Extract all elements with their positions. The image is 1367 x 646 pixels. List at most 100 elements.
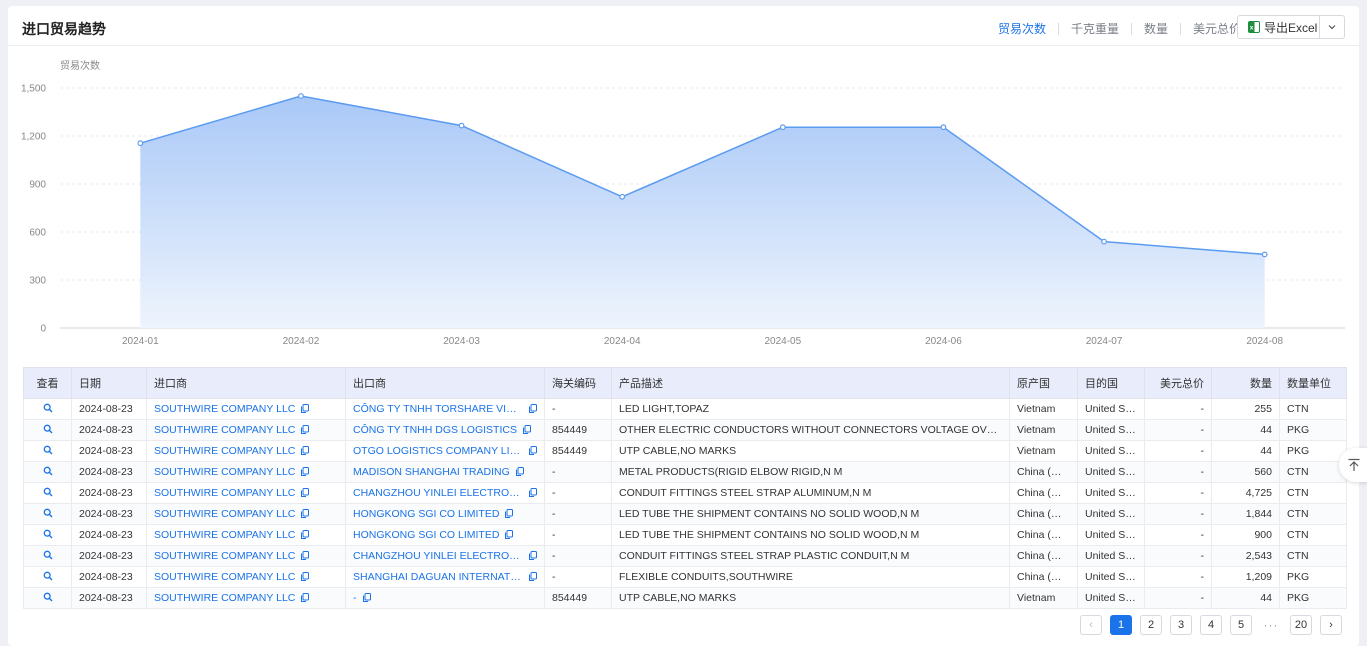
importer-link[interactable]: SOUTHWIRE COMPANY LLC [154, 487, 295, 499]
view-cell[interactable] [23, 482, 72, 504]
importer-cell: SOUTHWIRE COMPANY LLC [146, 545, 346, 567]
copy-icon[interactable] [529, 446, 537, 455]
view-cell[interactable] [23, 419, 72, 441]
importer-link[interactable]: SOUTHWIRE COMPANY LLC [154, 424, 295, 436]
back-to-top-button[interactable] [1339, 448, 1367, 482]
page-ellipsis[interactable]: ··· [1260, 618, 1282, 632]
copy-icon[interactable] [529, 488, 537, 497]
exporter-link[interactable]: HONGKONG SGI CO LIMITED [353, 529, 499, 541]
table-row[interactable]: 2024-08-23 SOUTHWIRE COMPANY LLC MADISON S… [23, 461, 1347, 483]
export-dropdown-toggle[interactable] [1319, 16, 1344, 38]
page-button-2[interactable]: 2 [1140, 615, 1162, 635]
date-cell: 2024-08-23 [71, 419, 147, 441]
view-cell[interactable] [23, 503, 72, 525]
usd-total-cell: - [1144, 440, 1212, 462]
page-button-5[interactable]: 5 [1230, 615, 1252, 635]
copy-icon[interactable] [362, 593, 371, 602]
copy-icon[interactable] [301, 488, 310, 497]
copy-icon[interactable] [301, 551, 310, 560]
table-row[interactable]: 2024-08-23 SOUTHWIRE COMPANY LLC - 854449 UT… [23, 587, 1347, 609]
tab-quantity[interactable]: 数量 [1144, 20, 1168, 37]
quantity-cell: 4,725 [1211, 482, 1280, 504]
destination-cell: United States [1077, 566, 1145, 588]
copy-icon[interactable] [522, 425, 531, 434]
copy-icon[interactable] [301, 404, 310, 413]
table-row[interactable]: 2024-08-23 SOUTHWIRE COMPANY LLC CHANGZHOU… [23, 545, 1347, 567]
copy-icon[interactable] [301, 530, 310, 539]
importer-link[interactable]: SOUTHWIRE COMPANY LLC [154, 550, 295, 562]
quantity-cell: 560 [1211, 461, 1280, 483]
exporter-link[interactable]: OTGO LOGISTICS COMPANY LIMITED [353, 445, 523, 457]
table-row[interactable]: 2024-08-23 SOUTHWIRE COMPANY LLC HONGKONG … [23, 524, 1347, 546]
exporter-link[interactable]: CÔNG TY TNHH DGS LOGISTICS [353, 424, 517, 436]
usd-total-cell: - [1144, 524, 1212, 546]
data-point [619, 193, 626, 200]
trade-table: 查看 日期 进口商 出口商 海关编码 产品描述 原产国 目的国 美元总价 数量 … [23, 367, 1347, 609]
y-tick-label: 0 [40, 324, 46, 335]
export-excel-button[interactable]: x 导出Excel [1237, 15, 1345, 39]
copy-icon[interactable] [515, 467, 524, 476]
usd-total-cell: - [1144, 587, 1212, 609]
copy-icon[interactable] [301, 446, 310, 455]
importer-link[interactable]: SOUTHWIRE COMPANY LLC [154, 529, 295, 541]
hs-code-cell: - [544, 398, 612, 420]
exporter-link[interactable]: SHANGHAI DAGUAN INTERNATIONAL [353, 571, 523, 583]
search-icon [43, 487, 52, 497]
page-button-last[interactable]: 20 [1290, 615, 1312, 635]
table-row[interactable]: 2024-08-23 SOUTHWIRE COMPANY LLC HONGKONG … [23, 503, 1347, 525]
exporter-link[interactable]: - [353, 592, 357, 604]
importer-cell: SOUTHWIRE COMPANY LLC [146, 587, 346, 609]
next-page-button[interactable]: › [1320, 615, 1342, 635]
view-cell[interactable] [23, 566, 72, 588]
copy-icon[interactable] [529, 572, 537, 581]
view-cell[interactable] [23, 398, 72, 420]
copy-icon[interactable] [301, 425, 310, 434]
table-row[interactable]: 2024-08-23 SOUTHWIRE COMPANY LLC OTGO LOGI… [23, 440, 1347, 462]
copy-icon[interactable] [529, 551, 537, 560]
importer-link[interactable]: SOUTHWIRE COMPANY LLC [154, 571, 295, 583]
pagination: ‹ 1 2 3 4 5 ··· 20 › [1072, 615, 1342, 635]
copy-icon[interactable] [301, 572, 310, 581]
view-cell[interactable] [23, 545, 72, 567]
tab-weight-kg[interactable]: 千克重量 [1071, 20, 1119, 37]
copy-icon[interactable] [505, 530, 514, 539]
importer-link[interactable]: SOUTHWIRE COMPANY LLC [154, 592, 295, 604]
importer-link[interactable]: SOUTHWIRE COMPANY LLC [154, 466, 295, 478]
exporter-link[interactable]: CÔNG TY TNHH TORSHARE VIỆT NAM [353, 403, 523, 415]
export-main[interactable]: x 导出Excel [1238, 16, 1319, 38]
importer-link[interactable]: SOUTHWIRE COMPANY LLC [154, 508, 295, 520]
copy-icon[interactable] [301, 593, 310, 602]
table-row[interactable]: 2024-08-23 SOUTHWIRE COMPANY LLC CHANGZHOU… [23, 482, 1347, 504]
view-cell[interactable] [23, 524, 72, 546]
importer-link[interactable]: SOUTHWIRE COMPANY LLC [154, 403, 295, 415]
table-row[interactable]: 2024-08-23 SOUTHWIRE COMPANY LLC SHANGHAI … [23, 566, 1347, 588]
description-cell: UTP CABLE,NO MARKS [611, 440, 1010, 462]
view-cell[interactable] [23, 440, 72, 462]
exporter-link[interactable]: MADISON SHANGHAI TRADING [353, 466, 510, 478]
quantity-cell: 255 [1211, 398, 1280, 420]
table-row[interactable]: 2024-08-23 SOUTHWIRE COMPANY LLC CÔNG TY T… [23, 419, 1347, 441]
origin-cell: Vietnam [1009, 419, 1078, 441]
page-button-4[interactable]: 4 [1200, 615, 1222, 635]
copy-icon[interactable] [505, 509, 514, 518]
copy-icon[interactable] [529, 404, 537, 413]
exporter-link[interactable]: CHANGZHOU YINLEI ELECTRONIC CO., LTD. [353, 550, 523, 562]
data-point [1261, 251, 1268, 258]
exporter-link[interactable]: CHANGZHOU YINLEI ELECTRONIC CO., LTD. [353, 487, 523, 499]
page-button-3[interactable]: 3 [1170, 615, 1192, 635]
page-button-1[interactable]: 1 [1110, 615, 1132, 635]
view-cell[interactable] [23, 461, 72, 483]
copy-icon[interactable] [301, 509, 310, 518]
exporter-link[interactable]: HONGKONG SGI CO LIMITED [353, 508, 499, 520]
view-cell[interactable] [23, 587, 72, 609]
description-cell: CONDUIT FITTINGS STEEL STRAP ALUMINUM,N … [611, 482, 1010, 504]
search-icon [43, 424, 52, 434]
tab-usd-total[interactable]: 美元总价 [1193, 20, 1241, 37]
importer-link[interactable]: SOUTHWIRE COMPANY LLC [154, 445, 295, 457]
table-row[interactable]: 2024-08-23 SOUTHWIRE COMPANY LLC CÔNG TY T… [23, 398, 1347, 420]
tab-trade-count[interactable]: 贸易次数 [998, 20, 1046, 37]
copy-icon[interactable] [301, 467, 310, 476]
prev-page-button[interactable]: ‹ [1080, 615, 1102, 635]
date-cell: 2024-08-23 [71, 566, 147, 588]
search-icon [43, 571, 52, 581]
